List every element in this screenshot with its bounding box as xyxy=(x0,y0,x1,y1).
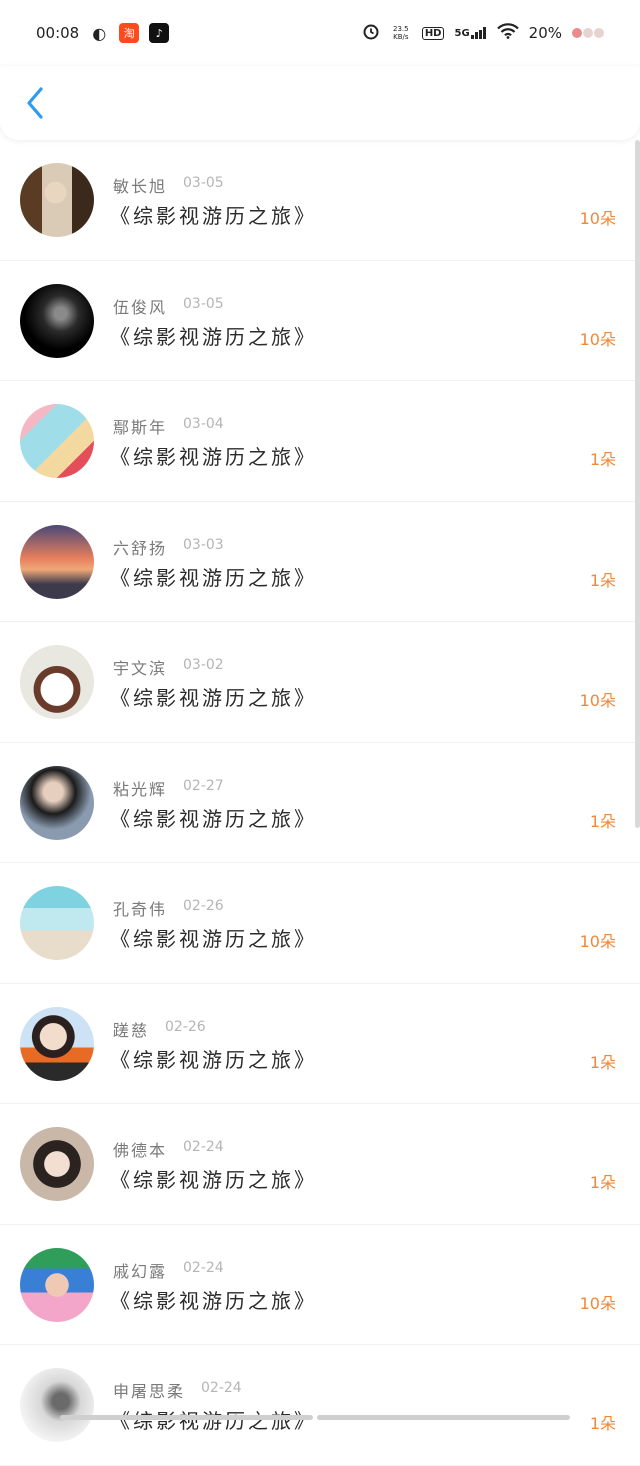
vertical-scrollbar[interactable] xyxy=(635,140,640,828)
status-bar: 00:08 ◐ 淘 ♪ 23.5 KB/s HD 5G 20% xyxy=(0,0,640,66)
signal-icon: 5G xyxy=(454,27,486,39)
gift-amount: 1朵 xyxy=(589,570,616,590)
gift-date: 02-26 xyxy=(165,1018,206,1035)
book-title: 《综影视游历之旅》 xyxy=(110,806,317,831)
net-speed: 23.5 KB/s xyxy=(393,25,409,41)
gift-amount: 1朵 xyxy=(589,1414,616,1433)
user-name: 孔奇伟 xyxy=(113,900,168,919)
list-item[interactable]: 孔奇伟 02-26 《综影视游历之旅》 10朵 xyxy=(0,863,640,984)
hd-badge: HD xyxy=(421,26,445,40)
gift-date: 03-04 xyxy=(183,416,224,432)
gift-date: 02-24 xyxy=(183,1259,224,1276)
book-title: 《综影视游历之旅》 xyxy=(110,686,317,710)
avatar[interactable] xyxy=(20,645,94,719)
avatar[interactable] xyxy=(20,1368,94,1442)
list-item[interactable]: 鄢斯年 03-04 《综影视游历之旅》 1朵 xyxy=(0,381,640,502)
gift-date: 02-24 xyxy=(183,1139,224,1155)
gift-amount: 1朵 xyxy=(589,450,616,469)
book-title: 《综影视游历之旅》 xyxy=(110,1168,317,1192)
user-name: 佛德本 xyxy=(113,1141,168,1160)
gift-date: 03-03 xyxy=(183,536,224,553)
gift-date: 02-26 xyxy=(183,898,224,914)
list-item[interactable]: 佛德本 02-24 《综影视游历之旅》 1朵 xyxy=(0,1104,640,1225)
book-title: 《综影视游历之旅》 xyxy=(110,445,317,469)
list-item[interactable]: 蹉慈 02-26 《综影视游历之旅》 1朵 xyxy=(0,984,640,1104)
gift-date: 03-05 xyxy=(183,175,224,191)
gift-amount: 10朵 xyxy=(579,209,616,228)
tiktok-icon: ♪ xyxy=(149,23,170,43)
avatar[interactable] xyxy=(20,1006,94,1081)
list-item[interactable]: 粘光辉 02-27 《综影视游历之旅》 1朵 xyxy=(0,743,640,863)
book-title: 《综影视游历之旅》 xyxy=(110,927,317,951)
avatar[interactable] xyxy=(20,765,94,840)
gift-amount: 1朵 xyxy=(589,1052,616,1072)
app-leaf-icon: ◐ xyxy=(92,23,107,43)
wifi-icon xyxy=(496,23,519,43)
book-title: 《综影视游历之旅》 xyxy=(110,1288,317,1313)
user-name: 申屠思柔 xyxy=(113,1382,186,1401)
clock-time: 00:08 xyxy=(36,24,80,42)
user-name: 宇文滨 xyxy=(113,659,168,678)
header-bar xyxy=(0,66,640,140)
list-item[interactable]: 伍俊风 03-05 《综影视游历之旅》 10朵 xyxy=(0,261,640,381)
list-item[interactable]: 六舒扬 03-03 《综影视游历之旅》 1朵 xyxy=(0,502,640,622)
chevron-left-icon xyxy=(27,87,43,119)
user-name: 六舒扬 xyxy=(113,538,168,558)
gift-amount: 1朵 xyxy=(589,811,616,831)
gift-amount: 10朵 xyxy=(579,691,616,710)
alarm-icon xyxy=(362,22,380,44)
user-name: 鄢斯年 xyxy=(113,418,168,437)
battery-level: 20% xyxy=(528,24,562,42)
gift-amount: 10朵 xyxy=(579,932,616,951)
avatar[interactable] xyxy=(20,163,94,237)
user-name: 伍俊风 xyxy=(113,297,168,317)
book-title: 《综影视游历之旅》 xyxy=(110,565,317,590)
supporter-list: 敏长旭 03-05 《综影视游历之旅》 10朵 伍俊风 03-05 《综影视游历之旅》 10朵… xyxy=(0,140,640,1466)
gift-amount: 10朵 xyxy=(579,1293,616,1313)
avatar[interactable] xyxy=(20,524,94,599)
gift-date: 03-05 xyxy=(183,295,224,312)
gift-date: 03-02 xyxy=(183,657,224,673)
gift-date: 02-24 xyxy=(201,1380,242,1396)
gift-amount: 10朵 xyxy=(579,329,616,349)
status-bar-left: 00:08 ◐ 淘 ♪ xyxy=(36,23,170,43)
list-item[interactable]: 申屠思柔 02-24 《综影视游历之旅》 1朵 xyxy=(0,1345,640,1466)
user-name: 粘光辉 xyxy=(113,779,168,799)
avatar[interactable] xyxy=(20,1247,94,1322)
back-button[interactable] xyxy=(18,80,52,126)
status-bar-right: 23.5 KB/s HD 5G 20% xyxy=(362,22,604,44)
list-item[interactable]: 戚幻露 02-24 《综影视游历之旅》 10朵 xyxy=(0,1225,640,1345)
user-name: 蹉慈 xyxy=(113,1020,150,1040)
horizontal-scrollbar[interactable] xyxy=(60,1415,570,1420)
gift-amount: 1朵 xyxy=(589,1173,616,1192)
book-title: 《综影视游历之旅》 xyxy=(110,204,317,228)
user-name: 敏长旭 xyxy=(113,177,168,196)
avatar[interactable] xyxy=(20,283,94,358)
avatar[interactable] xyxy=(20,886,94,960)
book-title: 《综影视游历之旅》 xyxy=(110,1047,317,1072)
avatar[interactable] xyxy=(20,404,94,478)
user-name: 戚幻露 xyxy=(113,1261,168,1281)
taobao-icon: 淘 xyxy=(119,23,140,43)
avatar[interactable] xyxy=(20,1127,94,1201)
network-type: 5G xyxy=(454,28,470,39)
gift-date: 02-27 xyxy=(183,777,224,794)
list-item[interactable]: 敏长旭 03-05 《综影视游历之旅》 10朵 xyxy=(0,140,640,261)
notification-dots-icon xyxy=(572,28,604,38)
list-item[interactable]: 宇文滨 03-02 《综影视游历之旅》 10朵 xyxy=(0,622,640,743)
book-title: 《综影视游历之旅》 xyxy=(110,324,317,349)
